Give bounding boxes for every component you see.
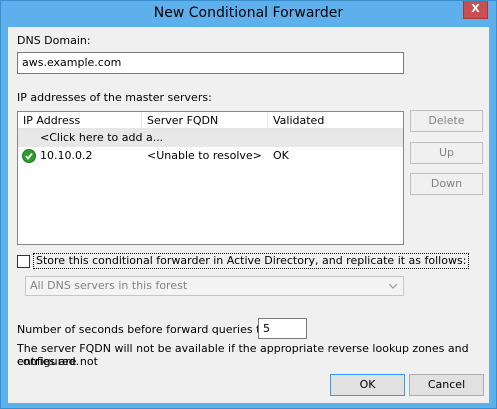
master-servers-label: IP addresses of the master servers: [17,91,212,104]
row-ip-address: 10.10.0.2 [40,149,93,162]
add-row[interactable]: <Click here to add a... [18,129,403,147]
column-ip-address[interactable]: IP Address [18,112,142,129]
row-server-fqdn: <Unable to resolve> [147,149,262,162]
replication-scope-value: All DNS servers in this forest [30,279,188,292]
cancel-button[interactable]: Cancel [409,374,484,396]
chevron-down-icon [389,284,397,289]
close-icon: X [471,2,480,15]
down-button-label: Down [430,177,463,190]
store-in-ad-checkbox[interactable] [17,255,30,268]
delete-button[interactable]: Delete [410,110,483,132]
delete-button-label: Delete [428,114,465,127]
fqdn-note-line1: The server FQDN will not be available if… [17,342,469,368]
green-check-icon [22,149,36,163]
fqdn-note-line2: configured. [17,355,80,368]
add-row-placeholder[interactable]: <Click here to add a... [40,129,163,147]
dns-domain-input[interactable]: aws.example.com [17,52,404,74]
close-button[interactable]: X [463,1,488,19]
dns-domain-label: DNS Domain: [17,34,91,47]
ok-button[interactable]: OK [330,374,405,396]
store-in-ad-label[interactable]: Store this conditional forwarder in Acti… [33,253,470,269]
down-button[interactable]: Down [410,173,483,195]
table-row[interactable]: 10.10.0.2 <Unable to resolve> OK [18,147,403,165]
column-validated[interactable]: Validated [268,112,403,129]
replication-scope-select[interactable]: All DNS servers in this forest [25,276,404,296]
up-button-label: Up [438,146,455,159]
dialog-window: New Conditional Forwarder X DNS Domain: … [0,0,497,409]
row-validated: OK [273,149,289,162]
timeout-input[interactable]: 5 [258,318,307,339]
ok-button-label: OK [359,378,376,391]
cancel-button-label: Cancel [427,378,466,391]
column-server-fqdn[interactable]: Server FQDN [142,112,268,129]
window-title: New Conditional Forwarder [153,5,344,21]
list-header: IP Address Server FQDN Validated [18,112,403,129]
title-bar[interactable]: New Conditional Forwarder X [1,1,496,27]
dialog-body: DNS Domain: aws.example.com IP addresses… [8,27,489,403]
up-button[interactable]: Up [410,142,483,164]
master-servers-list[interactable]: IP Address Server FQDN Validated <Click … [17,111,404,245]
